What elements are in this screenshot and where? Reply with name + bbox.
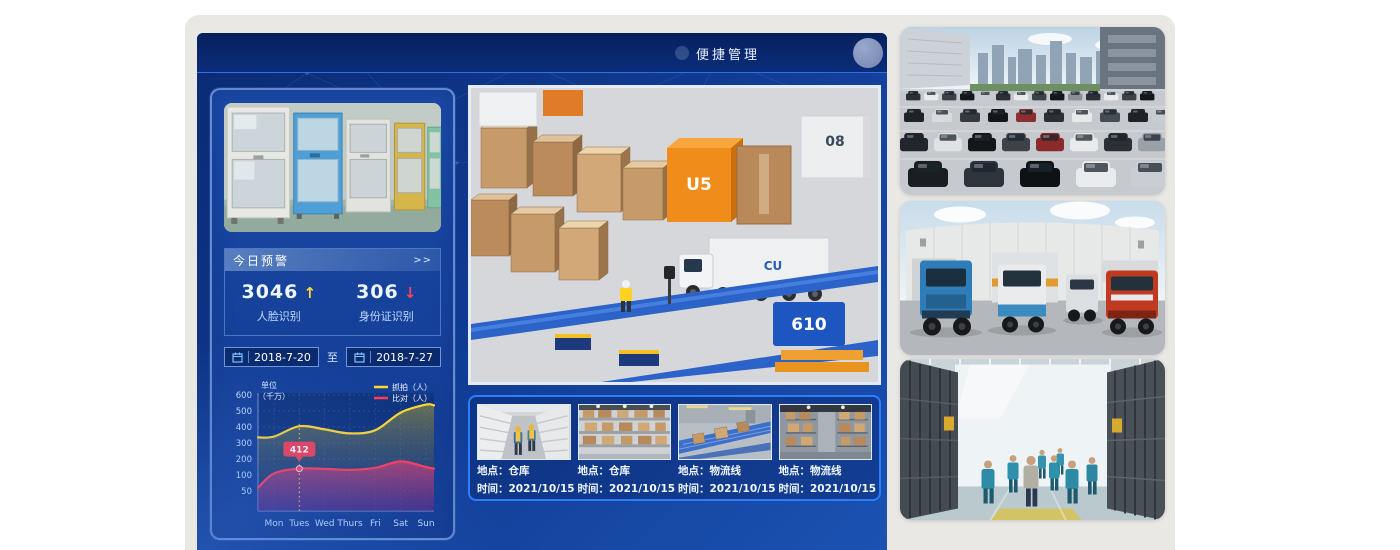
svg-text:Sat: Sat xyxy=(393,519,408,529)
camera-location-label: 地点：仓库 xyxy=(477,464,571,478)
svg-text:300: 300 xyxy=(236,439,252,449)
container-label: U5 xyxy=(686,175,712,195)
camera-thumb-4: 地点：物流线 时间：2021/10/15 xyxy=(779,404,873,499)
svg-text:200: 200 xyxy=(236,455,252,465)
storage-cabinets-photo xyxy=(224,103,441,232)
svg-text:Fri: Fri xyxy=(370,519,381,529)
trend-line-chart: 50 100 200 300 400 500 600 Mon Tues WedThurs Fri Sa… xyxy=(224,379,441,539)
calendar-icon xyxy=(354,352,365,363)
isometric-logistics-yard-image: U5 08 CU xyxy=(471,88,878,382)
camera-thumbnail-panel: 地点：仓库 时间：2021/10/15 地点：仓库 xyxy=(468,395,881,501)
user-avatar[interactable] xyxy=(853,38,883,68)
truck-container-label: CU xyxy=(764,259,783,273)
svg-text:50: 50 xyxy=(241,487,252,497)
camera-thumb-image-tall-shelves[interactable] xyxy=(779,404,873,460)
end-date-value: 2018-7-27 xyxy=(376,351,433,364)
svg-text:抓拍（人）: 抓拍（人） xyxy=(392,382,432,392)
stat-face-recognition: 3046 ↑ 人脸识别 xyxy=(225,281,333,324)
chip-separator xyxy=(370,351,371,363)
to-label: 至 xyxy=(327,349,338,365)
svg-text:Thurs: Thurs xyxy=(336,519,363,529)
trend-up-icon: ↑ xyxy=(303,284,316,302)
end-date-picker[interactable]: 2018-7-27 xyxy=(346,347,441,367)
svg-text:600: 600 xyxy=(236,391,252,401)
date-range-filter: 2018-7-20 至 2018-7-27 xyxy=(224,347,441,367)
trend-down-icon: ↓ xyxy=(404,284,417,302)
stat-value: 306 xyxy=(356,281,399,303)
camera-time-label: 时间：2021/10/15 xyxy=(678,482,772,496)
alert-more-link[interactable]: >> xyxy=(413,255,432,266)
camera-thumb-image-warehouse-aisle[interactable] xyxy=(477,404,571,460)
parking-lot-photo[interactable] xyxy=(900,27,1165,195)
stat-label: 身份证识别 xyxy=(333,308,441,324)
camera-location-label: 地点：仓库 xyxy=(578,464,672,478)
main-camera-view: U5 08 CU xyxy=(468,85,881,385)
svg-text:比对（人）: 比对（人） xyxy=(392,393,432,403)
svg-text:单位: 单位 xyxy=(261,380,277,390)
workers-walking-photo[interactable] xyxy=(900,359,1165,520)
camera-time-label: 时间：2021/10/15 xyxy=(779,482,873,496)
stat-label: 人脸识别 xyxy=(225,308,333,324)
svg-text:400: 400 xyxy=(236,423,252,433)
header-bar: 便捷管理 2021-10-15 14：00 星期二 xyxy=(197,33,887,73)
svg-text:412: 412 xyxy=(290,446,309,456)
camera-thumb-1: 地点：仓库 时间：2021/10/15 xyxy=(477,404,571,499)
camera-thumb-image-conveyor-line[interactable] xyxy=(678,404,772,460)
svg-text:Wed: Wed xyxy=(315,519,335,529)
camera-thumb-2: 地点：仓库 时间：2021/10/15 xyxy=(578,404,672,499)
sign-board-label: 610 xyxy=(791,315,827,335)
app-title: 便捷管理 xyxy=(696,44,760,63)
stat-id-recognition: 306 ↓ 身份证识别 xyxy=(333,281,441,324)
container-label: 08 xyxy=(825,134,844,150)
camera-thumb-3: 地点：物流线 时间：2021/10/15 xyxy=(678,404,772,499)
alert-title: 今日预警 xyxy=(233,252,289,269)
camera-location-label: 地点：物流线 xyxy=(779,464,873,478)
camera-time-label: 时间：2021/10/15 xyxy=(578,482,672,496)
svg-text:Sun: Sun xyxy=(417,519,434,529)
monitor-dashboard: 便捷管理 2021-10-15 14：00 星期二 xyxy=(197,33,887,550)
calendar-icon xyxy=(232,352,243,363)
svg-text:Mon: Mon xyxy=(265,519,284,529)
svg-text:500: 500 xyxy=(236,407,252,417)
sidebar-panel: 今日预警 >> 3046 ↑ 人脸识别 306 ↓ 身份证识别 xyxy=(210,88,455,540)
svg-text:100: 100 xyxy=(236,471,252,481)
start-date-value: 2018-7-20 xyxy=(254,351,311,364)
camera-thumb-image-warehouse-shelves[interactable] xyxy=(578,404,672,460)
camera-location-label: 地点：物流线 xyxy=(678,464,772,478)
alert-header: 今日预警 >> xyxy=(225,249,440,271)
stat-value: 3046 xyxy=(241,281,298,303)
svg-text:（千万）: （千万） xyxy=(258,391,290,401)
alert-summary-box: 今日预警 >> 3046 ↑ 人脸识别 306 ↓ 身份证识别 xyxy=(224,248,441,336)
svg-text:Tues: Tues xyxy=(288,519,309,529)
logo-icon xyxy=(675,46,689,60)
camera-time-label: 时间：2021/10/15 xyxy=(477,482,571,496)
start-date-picker[interactable]: 2018-7-20 xyxy=(224,347,319,367)
truck-fleet-photo[interactable] xyxy=(900,201,1165,355)
chip-separator xyxy=(248,351,249,363)
